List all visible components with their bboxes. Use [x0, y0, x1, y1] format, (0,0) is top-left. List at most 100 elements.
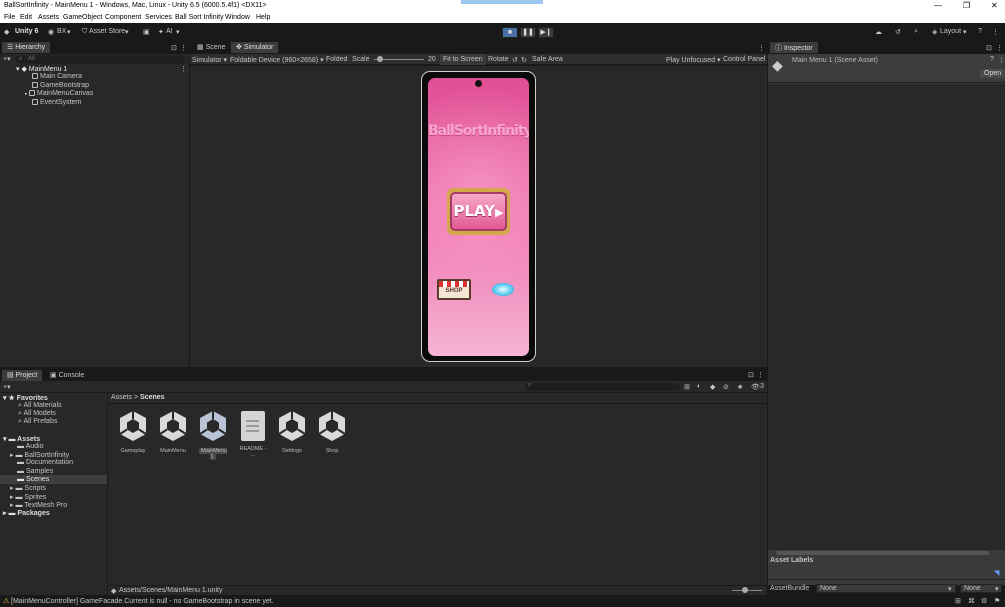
folder-item[interactable]: ▬ Audio: [17, 443, 43, 450]
layout-dropdown[interactable]: Layout: [940, 28, 961, 35]
more-icon[interactable]: ⋮: [757, 371, 764, 379]
play-button[interactable]: ■: [502, 27, 518, 38]
assetbundle-variant-dropdown[interactable]: None ▾: [960, 584, 1002, 593]
favorites-header[interactable]: ▾ ★ Favorites: [3, 394, 48, 402]
packages-header[interactable]: ▸ ▬ Packages: [3, 509, 50, 517]
tab-simulator[interactable]: ✥ Simulator: [231, 42, 279, 53]
game-play-button[interactable]: PLAY▶: [450, 192, 507, 231]
menu-component[interactable]: Component: [105, 14, 141, 21]
tab-scene[interactable]: ▦ Scene: [192, 42, 230, 53]
label-icon[interactable]: ◆: [710, 383, 715, 391]
lock-icon[interactable]: ⊡: [171, 44, 177, 52]
pause-button[interactable]: ❚❚: [520, 27, 536, 38]
shop-button[interactable]: SHOP: [437, 279, 471, 300]
tab-hierarchy[interactable]: ☰ Hierarchy: [2, 42, 51, 53]
notification-icon[interactable]: ⚑: [994, 597, 1000, 605]
menu-assets[interactable]: Assets: [38, 14, 59, 21]
debug-icon[interactable]: ⚙: [981, 597, 987, 605]
add-icon[interactable]: +▾: [3, 55, 11, 63]
breadcrumb-assets[interactable]: Assets: [111, 394, 132, 401]
assetbundle-dropdown[interactable]: None ▾: [816, 584, 956, 593]
favorite-item[interactable]: ⌕ All Materials: [18, 402, 62, 410]
hidden-packages-icon[interactable]: 👁: [751, 383, 760, 391]
game-screen[interactable]: BallSortInfinity PLAY▶ SHOP: [428, 78, 529, 356]
more-icon[interactable]: ⋮: [180, 44, 187, 52]
close-button[interactable]: ✕: [991, 1, 998, 10]
package-icon[interactable]: ▣: [143, 28, 150, 36]
more-icon[interactable]: ⋮: [998, 56, 1005, 64]
hierarchy-item[interactable]: Main Camera: [32, 73, 82, 80]
text-asset[interactable]: README - ...: [237, 410, 269, 458]
settings-gear-icon[interactable]: [492, 283, 514, 296]
account-dropdown[interactable]: BX: [57, 28, 66, 35]
hierarchy-search-input[interactable]: ⌕ All: [15, 55, 185, 64]
more-icon[interactable]: ⋮: [180, 65, 187, 73]
network-icon[interactable]: ⌘: [968, 597, 975, 605]
star-icon[interactable]: ★: [737, 383, 743, 391]
folder-item[interactable]: ▸ ▬ Sprites: [10, 493, 46, 501]
folder-item[interactable]: ▬ Samples: [17, 468, 53, 475]
folder-item[interactable]: ▸ ▬ BallSortInfinity: [10, 451, 69, 459]
open-button[interactable]: Open: [980, 69, 1005, 78]
tab-console[interactable]: ▣ Console: [45, 370, 89, 381]
status-bar[interactable]: ⚠ [MainMenuController] GameFacade.Curren…: [0, 596, 1005, 607]
add-icon[interactable]: +▾: [3, 383, 11, 391]
hierarchy-item[interactable]: EventSystem: [32, 99, 81, 106]
hierarchy-item[interactable]: GameBootstrap: [32, 82, 89, 89]
tab-inspector[interactable]: ⓘ Inspector: [770, 42, 818, 53]
lock-icon[interactable]: ⊡: [748, 371, 754, 379]
simulator-dropdown[interactable]: Simulator ▾: [192, 56, 227, 64]
scene-asset[interactable]: Settings: [276, 410, 308, 454]
menu-file[interactable]: File: [4, 14, 15, 21]
import-icon[interactable]: ⊘: [723, 383, 729, 391]
favorite-item[interactable]: ⌕ All Prefabs: [18, 418, 57, 426]
horizontal-scrollbar[interactable]: [776, 551, 989, 555]
folder-item[interactable]: ▸ ▬ Scripts: [10, 484, 46, 492]
play-mode-dropdown[interactable]: Play Unfocused ▾: [666, 56, 721, 64]
control-panel-button[interactable]: Control Panel: [723, 56, 765, 63]
filter-icon[interactable]: ⊞: [684, 383, 690, 391]
maximize-button[interactable]: ❐: [963, 1, 970, 10]
scene-asset[interactable]: Gameplay: [117, 410, 149, 454]
favorite-item[interactable]: ⌕ All Models: [18, 410, 56, 418]
search-icon[interactable]: ⌕: [914, 28, 918, 36]
menu-ball-sort-infinity[interactable]: Ball Sort Infinity: [175, 14, 224, 21]
safe-area-toggle[interactable]: Safe Area: [532, 56, 563, 63]
assets-header[interactable]: ▾ ▬ Assets: [3, 435, 40, 443]
help-icon[interactable]: ?: [990, 56, 994, 63]
hierarchy-item[interactable]: ▸ MainMenuCanvas: [25, 90, 93, 97]
history-icon[interactable]: ↺: [895, 28, 901, 36]
folder-item-selected[interactable]: ▬ Scenes: [17, 476, 49, 483]
tag-icon[interactable]: ◥: [994, 569, 999, 577]
step-button[interactable]: ▶❙: [538, 27, 554, 38]
help-icon[interactable]: ?: [978, 28, 982, 35]
project-search-input[interactable]: ⌕: [525, 382, 680, 391]
scene-asset-selected[interactable]: MainMenu 1: [197, 410, 229, 460]
menu-edit[interactable]: Edit: [20, 14, 32, 21]
type-filter-icon[interactable]: ◐: [697, 383, 701, 390]
asset-store-dropdown[interactable]: Asset Store: [89, 28, 125, 35]
folder-item[interactable]: ▸ ▬ TextMesh Pro: [10, 501, 67, 509]
breadcrumb-scenes[interactable]: Scenes: [140, 394, 165, 401]
progress-icon[interactable]: ⊞: [955, 597, 961, 605]
more-icon[interactable]: ⋮: [996, 44, 1003, 52]
menu-window[interactable]: Window: [225, 14, 250, 21]
icon-size-slider-handle[interactable]: [742, 587, 748, 593]
fit-to-screen-button[interactable]: Fit to Screen: [440, 54, 486, 65]
minimize-button[interactable]: —: [934, 1, 942, 10]
cloud-icon[interactable]: ☁: [875, 28, 882, 36]
rotate-right-icon[interactable]: ↻: [521, 56, 527, 64]
scene-asset[interactable]: Shop: [316, 410, 348, 454]
more-icon[interactable]: ⋮: [758, 44, 765, 52]
folded-toggle[interactable]: Folded: [326, 56, 347, 63]
ai-dropdown[interactable]: AI: [166, 28, 173, 35]
rotate-left-icon[interactable]: ↺: [512, 56, 518, 64]
menu-help[interactable]: Help: [256, 14, 270, 21]
menu-gameobject[interactable]: GameObject: [63, 14, 102, 21]
menu-services[interactable]: Services: [145, 14, 172, 21]
scene-asset[interactable]: MainMenu: [157, 410, 189, 454]
hierarchy-scene-row[interactable]: ▾ ◆ MainMenu 1: [16, 65, 67, 73]
more-icon[interactable]: ⋮: [992, 28, 999, 36]
folder-item[interactable]: ▬ Documentation: [17, 459, 73, 466]
scale-slider-handle[interactable]: [377, 56, 383, 62]
